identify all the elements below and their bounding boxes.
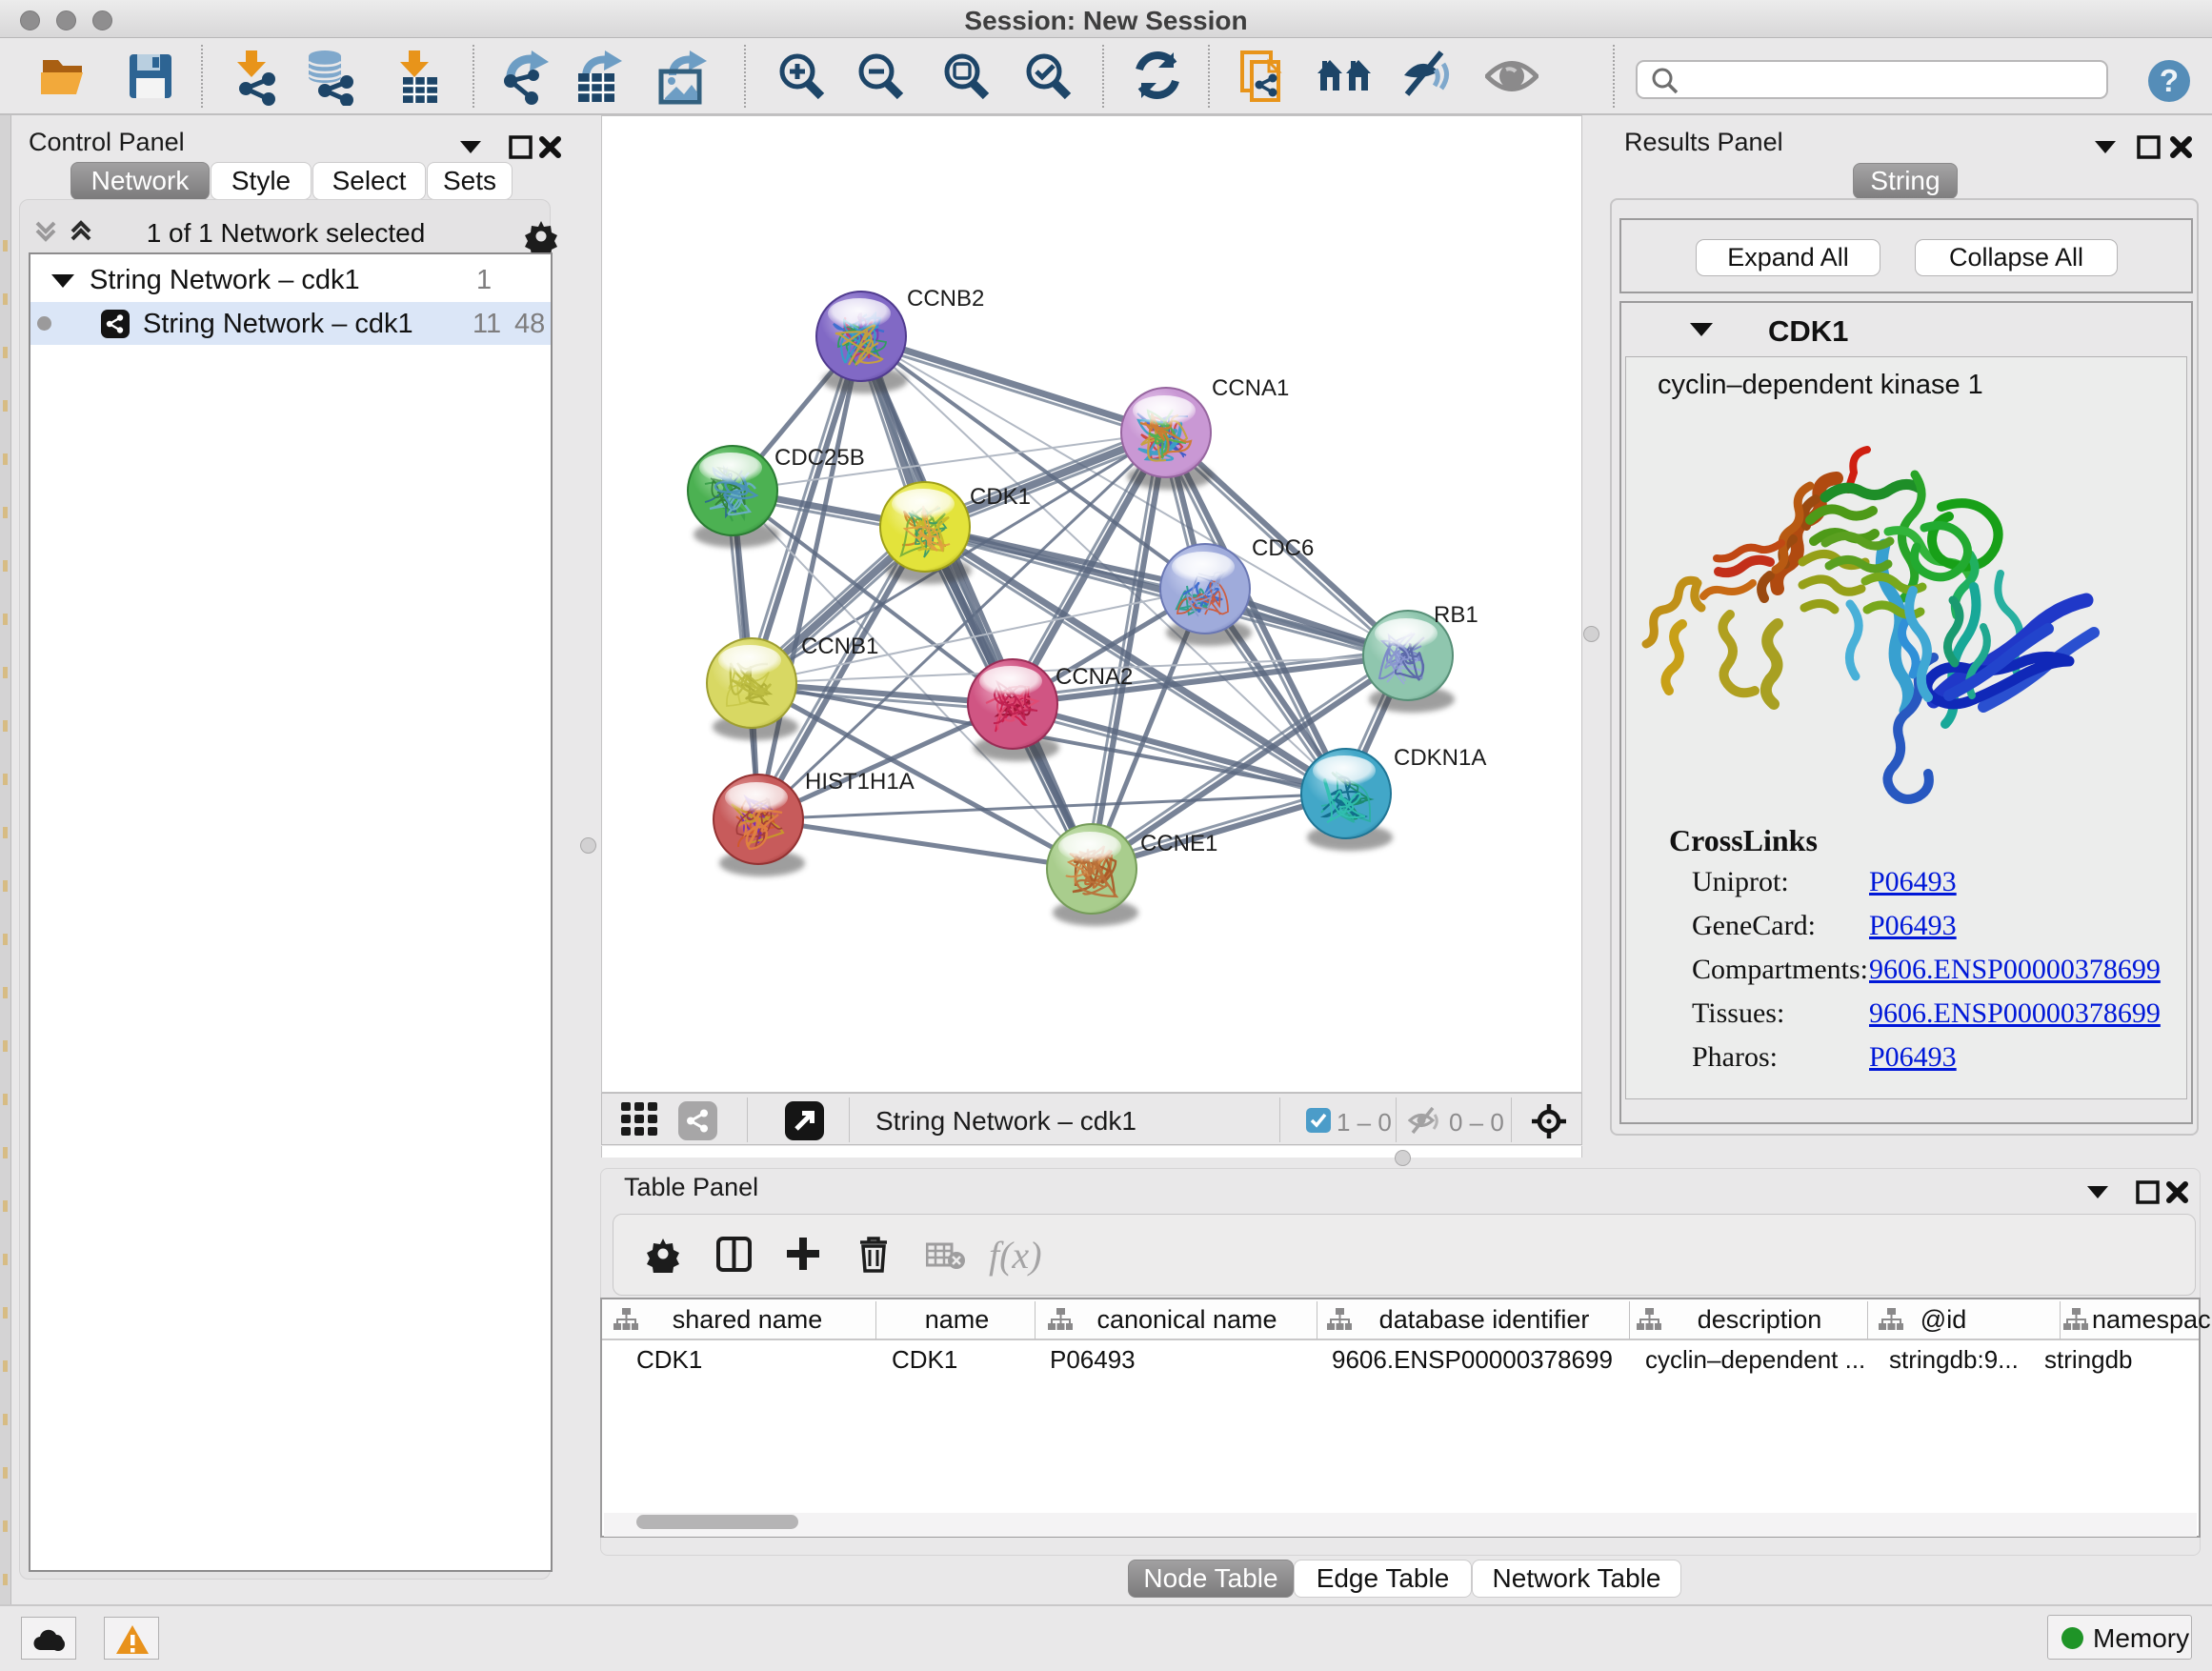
svg-text:CCNE1: CCNE1 [1140,831,1217,856]
svg-text:CDC6: CDC6 [1252,535,1314,561]
svg-text:CDK1: CDK1 [970,484,1031,510]
svg-text:CDC25B: CDC25B [774,445,865,471]
svg-text:HIST1H1A: HIST1H1A [805,769,915,795]
svg-text:CCNB2: CCNB2 [907,286,984,312]
svg-text:CCNB1: CCNB1 [801,634,878,659]
svg-text:CCNA2: CCNA2 [1056,664,1133,690]
svg-text:CCNA1: CCNA1 [1212,375,1289,401]
svg-text:RB1: RB1 [1434,602,1478,628]
svg-text:CDKN1A: CDKN1A [1394,745,1486,771]
